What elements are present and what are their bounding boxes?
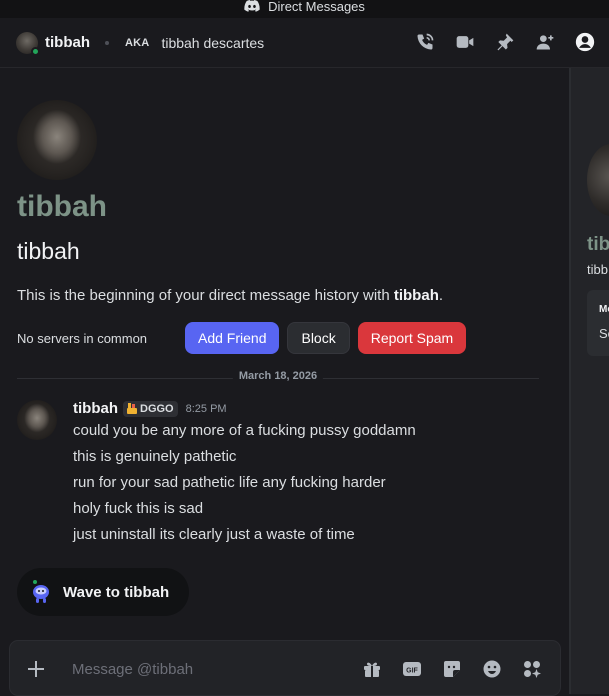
- profile-panel-card-text: Se: [599, 326, 609, 341]
- aka-label: AKA: [125, 36, 150, 49]
- gif-icon[interactable]: GIF: [402, 659, 422, 679]
- chat-area[interactable]: tibbah tibbah This is the beginning of y…: [0, 68, 567, 696]
- intro-actions: No servers in common Add Friend Block Re…: [17, 322, 474, 354]
- window-title: Direct Messages: [268, 0, 365, 14]
- aka-name: tibbah descartes: [161, 34, 265, 51]
- profile-panel-avatar[interactable]: [587, 144, 609, 216]
- header-toolbar: [415, 32, 595, 52]
- composer-toolbar: GIF: [362, 659, 542, 679]
- online-status-icon: [31, 46, 40, 56]
- date-divider-label: March 18, 2026: [232, 370, 324, 382]
- pinned-messages-icon[interactable]: [495, 32, 515, 52]
- message-timestamp[interactable]: 8:25 PM: [186, 403, 227, 415]
- intro-description-text: This is the beginning of your direct mes…: [17, 287, 394, 304]
- message-line: this is genuinely pathetic: [73, 448, 237, 465]
- server-tag-text: DGGO: [140, 402, 174, 415]
- intro-display-name: tibbah: [17, 190, 107, 223]
- svg-text:GIF: GIF: [406, 668, 418, 675]
- emoji-icon[interactable]: [482, 659, 502, 679]
- voice-call-icon[interactable]: [415, 32, 435, 52]
- message-avatar[interactable]: [17, 400, 57, 440]
- upload-plus-icon[interactable]: [26, 659, 46, 679]
- video-call-icon[interactable]: [455, 32, 475, 52]
- header-username[interactable]: tibbah: [45, 34, 90, 51]
- profile-avatar-large[interactable]: [17, 100, 97, 180]
- user-profile-icon[interactable]: [575, 32, 595, 52]
- add-friend-button[interactable]: Add Friend: [185, 322, 280, 354]
- message-header: tibbah DGGO 8:25 PM: [73, 400, 227, 417]
- intro-username: tibbah: [17, 238, 80, 264]
- profile-panel-card: Me Se: [587, 290, 609, 356]
- intro-description-end: .: [438, 287, 444, 304]
- no-servers-in-common[interactable]: No servers in common: [17, 331, 185, 346]
- server-tag-badge[interactable]: DGGO: [123, 400, 178, 417]
- wave-button-label: Wave to tibbah: [63, 583, 170, 601]
- message-content: could you be any more of a fucking pussy…: [73, 420, 416, 550]
- dm-header: tibbah AKA tibbah descartes: [0, 18, 609, 68]
- intro-description: This is the beginning of your direct mes…: [17, 287, 443, 304]
- guild-tag-icon: [127, 403, 137, 414]
- message-line: run for your sad pathetic life any fucki…: [73, 474, 386, 491]
- intro-description-user: tibbah: [393, 287, 439, 304]
- window-titlebar: Direct Messages: [0, 0, 609, 18]
- message-input[interactable]: [72, 657, 342, 681]
- header-separator: [105, 40, 109, 45]
- wumpus-wave-icon: [33, 580, 49, 603]
- report-spam-button[interactable]: Report Spam: [357, 322, 467, 354]
- block-button[interactable]: Block: [287, 322, 350, 354]
- sticker-icon[interactable]: [442, 659, 462, 679]
- discord-logo-icon: [244, 0, 260, 12]
- message-line: holy fuck this is sad: [73, 500, 204, 517]
- apps-icon[interactable]: [522, 659, 542, 679]
- profile-panel-card-title: Me: [599, 304, 609, 315]
- gift-icon[interactable]: [362, 659, 382, 679]
- message-line: just uninstall its clearly just a waste …: [73, 526, 355, 543]
- message-author[interactable]: tibbah: [73, 400, 118, 417]
- add-friends-to-dm-icon[interactable]: [535, 32, 555, 52]
- date-divider: March 18, 2026: [17, 370, 539, 386]
- wave-button[interactable]: Wave to tibbah: [17, 568, 190, 616]
- profile-panel-name: tib: [587, 234, 609, 255]
- message-line: could you be any more of a fucking pussy…: [73, 422, 416, 439]
- header-avatar[interactable]: [16, 31, 40, 56]
- user-profile-panel: tib tibb Me Se: [569, 68, 609, 694]
- message-composer: GIF: [9, 640, 561, 696]
- profile-panel-username: tibb: [587, 262, 608, 277]
